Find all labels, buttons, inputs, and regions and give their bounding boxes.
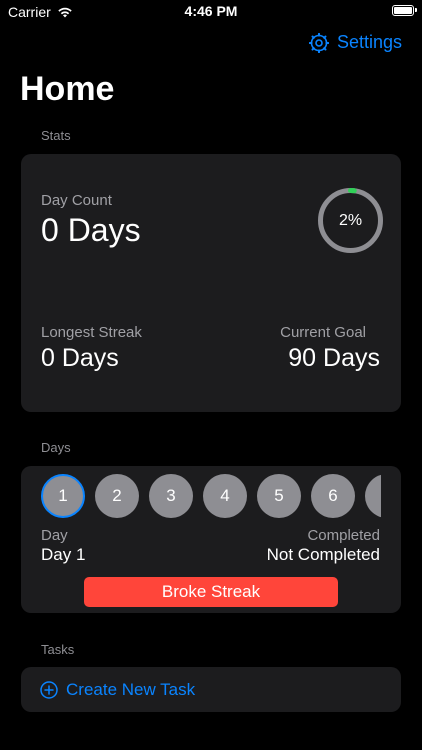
status-bar: Carrier 4:46 PM bbox=[0, 0, 422, 24]
create-new-task-button[interactable]: Create New Task bbox=[21, 667, 401, 712]
create-new-task-label: Create New Task bbox=[66, 679, 196, 699]
day-circle[interactable]: 1 bbox=[41, 474, 85, 518]
day-circle[interactable]: 4 bbox=[203, 474, 247, 518]
current-goal-label: Current Goal bbox=[280, 324, 366, 341]
completed-label: Completed bbox=[307, 527, 380, 544]
completed-value: Not Completed bbox=[266, 545, 380, 564]
day-selector[interactable]: 1234567 bbox=[41, 474, 381, 518]
settings-button[interactable]: Settings bbox=[308, 32, 402, 53]
stats-section-label: Stats bbox=[41, 128, 71, 143]
current-goal-value: 90 Days bbox=[288, 344, 380, 372]
page-title: Home bbox=[20, 70, 115, 108]
tasks-section-label: Tasks bbox=[41, 642, 75, 657]
stats-card: Day Count 0 Days 2% Longest Streak 0 Day… bbox=[21, 154, 401, 412]
longest-streak-value: 0 Days bbox=[41, 344, 119, 372]
progress-percent: 2% bbox=[338, 211, 363, 229]
plus-circle-icon bbox=[40, 680, 58, 699]
progress-ring: 2% bbox=[317, 187, 384, 254]
day-label: Day bbox=[41, 527, 68, 544]
day-circle[interactable]: 5 bbox=[257, 474, 301, 518]
days-section-label: Days bbox=[41, 440, 71, 455]
battery-fill bbox=[394, 7, 412, 14]
settings-label: Settings bbox=[336, 32, 402, 52]
battery-icon bbox=[392, 5, 417, 16]
broke-streak-button[interactable]: Broke Streak bbox=[84, 577, 338, 607]
longest-streak-label: Longest Streak bbox=[41, 324, 142, 341]
day-circle[interactable]: 7 bbox=[365, 474, 381, 518]
days-card: 1234567 Day Day 1 Completed Not Complete… bbox=[21, 466, 401, 613]
day-count-label: Day Count bbox=[41, 192, 112, 209]
day-circle[interactable]: 6 bbox=[311, 474, 355, 518]
day-value: Day 1 bbox=[41, 545, 86, 564]
gear-icon bbox=[308, 32, 329, 53]
day-circle[interactable]: 2 bbox=[95, 474, 139, 518]
day-circle[interactable]: 3 bbox=[149, 474, 193, 518]
day-count-value: 0 Days bbox=[41, 212, 141, 248]
status-time: 4:46 PM bbox=[184, 3, 238, 19]
